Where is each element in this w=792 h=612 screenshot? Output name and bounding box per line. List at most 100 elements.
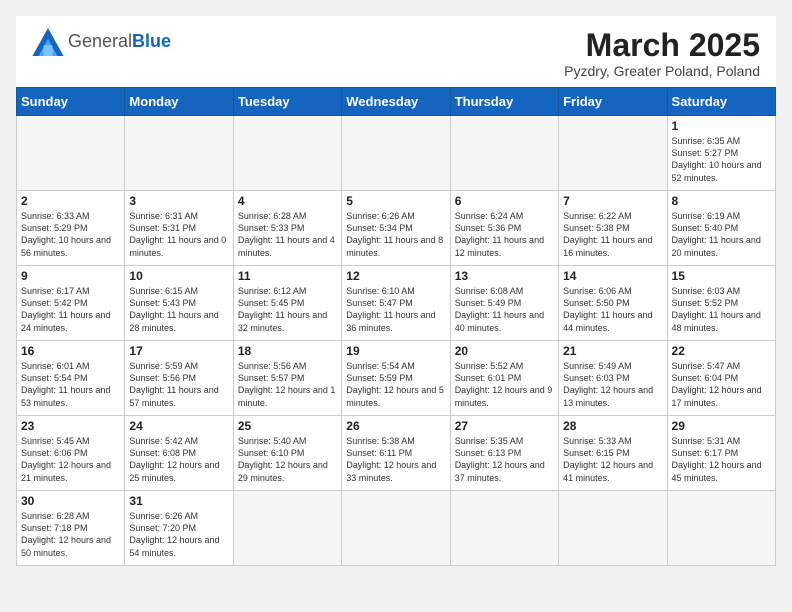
calendar-cell: 13Sunrise: 6:08 AM Sunset: 5:49 PM Dayli… — [450, 266, 558, 341]
calendar-cell — [559, 491, 667, 566]
day-info: Sunrise: 5:40 AM Sunset: 6:10 PM Dayligh… — [238, 435, 337, 484]
calendar-cell: 26Sunrise: 5:38 AM Sunset: 6:11 PM Dayli… — [342, 416, 450, 491]
day-number: 29 — [672, 419, 771, 433]
calendar-cell: 20 Sunrise: 5:52 AM Sunset: 6:01 PM Dayli… — [450, 341, 558, 416]
calendar-cell: 4 Sunrise: 6:28 AM Sunset: 5:33 PM Daylig… — [233, 191, 341, 266]
day-number: 23 — [21, 419, 120, 433]
day-info: Sunrise: 6:26 AM Sunset: 5:34 PM Dayligh… — [346, 210, 445, 259]
day-number: 21 — [563, 344, 662, 358]
day-number: 7 — [563, 194, 662, 208]
day-info: Sunrise: 6:28 AM Sunset: 7:18 PM Dayligh… — [21, 510, 120, 559]
week-row-5: 30 Sunrise: 6:28 AM Sunset: 7:18 PM Dayli… — [17, 491, 776, 566]
day-info: Sunrise: 6:03 AM Sunset: 5:52 PM Dayligh… — [672, 285, 771, 334]
calendar-cell — [17, 116, 125, 191]
calendar-container: GeneralBlue March 2025 Pyzdry, Greater P… — [16, 16, 776, 566]
day-info: Sunrise: 6:06 AM Sunset: 5:50 PM Dayligh… — [563, 285, 662, 334]
day-number: 6 — [455, 194, 554, 208]
calendar-cell — [233, 116, 341, 191]
day-info: Sunrise: 6:17 AM Sunset: 5:42 PM Dayligh… — [21, 285, 120, 334]
day-info: Sunrise: 5:49 AM Sunset: 6:03 PM Dayligh… — [563, 360, 662, 409]
day-header-tuesday: Tuesday — [233, 88, 341, 116]
calendar-table: SundayMondayTuesdayWednesdayThursdayFrid… — [16, 87, 776, 566]
calendar-cell: 10 Sunrise: 6:15 AM Sunset: 5:43 PM Dayli… — [125, 266, 233, 341]
day-info: Sunrise: 6:35 AM Sunset: 5:27 PM Dayligh… — [672, 135, 771, 184]
day-number: 2 — [21, 194, 120, 208]
calendar-cell: 22 Sunrise: 5:47 AM Sunset: 6:04 PM Dayli… — [667, 341, 775, 416]
day-info: Sunrise: 5:31 AM Sunset: 6:17 PM Dayligh… — [672, 435, 771, 484]
calendar-cell: 30 Sunrise: 6:28 AM Sunset: 7:18 PM Dayli… — [17, 491, 125, 566]
calendar-cell: 14 Sunrise: 6:06 AM Sunset: 5:50 PM Dayli… — [559, 266, 667, 341]
day-number: 26 — [346, 419, 445, 433]
day-number: 3 — [129, 194, 228, 208]
day-number: 17 — [129, 344, 228, 358]
day-number: 4 — [238, 194, 337, 208]
day-header-sunday: Sunday — [17, 88, 125, 116]
logo: GeneralBlue — [32, 28, 171, 56]
day-header-wednesday: Wednesday — [342, 88, 450, 116]
day-number: 19 — [346, 344, 445, 358]
calendar-cell — [342, 491, 450, 566]
day-info: Sunrise: 5:47 AM Sunset: 6:04 PM Dayligh… — [672, 360, 771, 409]
calendar-cell: 6Sunrise: 6:24 AM Sunset: 5:36 PM Daylig… — [450, 191, 558, 266]
calendar-cell: 21 Sunrise: 5:49 AM Sunset: 6:03 PM Dayli… — [559, 341, 667, 416]
day-number: 30 — [21, 494, 120, 508]
calendar-cell: 15 Sunrise: 6:03 AM Sunset: 5:52 PM Dayli… — [667, 266, 775, 341]
calendar-cell: 29 Sunrise: 5:31 AM Sunset: 6:17 PM Dayli… — [667, 416, 775, 491]
day-number: 11 — [238, 269, 337, 283]
day-info: Sunrise: 5:54 AM Sunset: 5:59 PM Dayligh… — [346, 360, 445, 409]
calendar-cell: 12Sunrise: 6:10 AM Sunset: 5:47 PM Dayli… — [342, 266, 450, 341]
calendar-cell — [450, 491, 558, 566]
calendar-cell: 11Sunrise: 6:12 AM Sunset: 5:45 PM Dayli… — [233, 266, 341, 341]
day-info: Sunrise: 6:08 AM Sunset: 5:49 PM Dayligh… — [455, 285, 554, 334]
day-info: Sunrise: 6:22 AM Sunset: 5:38 PM Dayligh… — [563, 210, 662, 259]
day-info: Sunrise: 5:59 AM Sunset: 5:56 PM Dayligh… — [129, 360, 228, 409]
day-number: 8 — [672, 194, 771, 208]
calendar-cell: 27Sunrise: 5:35 AM Sunset: 6:13 PM Dayli… — [450, 416, 558, 491]
calendar-cell: 24 Sunrise: 5:42 AM Sunset: 6:08 PM Dayli… — [125, 416, 233, 491]
day-header-saturday: Saturday — [667, 88, 775, 116]
week-row-0: 1Sunrise: 6:35 AM Sunset: 5:27 PM Daylig… — [17, 116, 776, 191]
calendar-cell: 8 Sunrise: 6:19 AM Sunset: 5:40 PM Daylig… — [667, 191, 775, 266]
day-info: Sunrise: 6:01 AM Sunset: 5:54 PM Dayligh… — [21, 360, 120, 409]
calendar-header-row: SundayMondayTuesdayWednesdayThursdayFrid… — [17, 88, 776, 116]
calendar-cell — [233, 491, 341, 566]
calendar-cell: 2 Sunrise: 6:33 AM Sunset: 5:29 PM Daylig… — [17, 191, 125, 266]
day-info: Sunrise: 5:33 AM Sunset: 6:15 PM Dayligh… — [563, 435, 662, 484]
title-section: March 2025 Pyzdry, Greater Poland, Polan… — [564, 28, 760, 79]
day-number: 25 — [238, 419, 337, 433]
general-blue-logo-icon — [32, 28, 64, 56]
calendar-cell: 19 Sunrise: 5:54 AM Sunset: 5:59 PM Dayli… — [342, 341, 450, 416]
month-title: March 2025 — [564, 28, 760, 63]
day-number: 10 — [129, 269, 228, 283]
day-info: Sunrise: 5:42 AM Sunset: 6:08 PM Dayligh… — [129, 435, 228, 484]
day-header-friday: Friday — [559, 88, 667, 116]
day-number: 24 — [129, 419, 228, 433]
week-row-3: 16Sunrise: 6:01 AM Sunset: 5:54 PM Dayli… — [17, 341, 776, 416]
day-number: 18 — [238, 344, 337, 358]
day-number: 22 — [672, 344, 771, 358]
day-info: Sunrise: 6:28 AM Sunset: 5:33 PM Dayligh… — [238, 210, 337, 259]
week-row-1: 2 Sunrise: 6:33 AM Sunset: 5:29 PM Daylig… — [17, 191, 776, 266]
calendar-cell: 17 Sunrise: 5:59 AM Sunset: 5:56 PM Dayli… — [125, 341, 233, 416]
day-info: Sunrise: 5:52 AM Sunset: 6:01 PM Dayligh… — [455, 360, 554, 409]
calendar-cell — [342, 116, 450, 191]
day-info: Sunrise: 6:15 AM Sunset: 5:43 PM Dayligh… — [129, 285, 228, 334]
day-info: Sunrise: 6:31 AM Sunset: 5:31 PM Dayligh… — [129, 210, 228, 259]
day-info: Sunrise: 6:33 AM Sunset: 5:29 PM Dayligh… — [21, 210, 120, 259]
day-number: 5 — [346, 194, 445, 208]
calendar-cell: 3 Sunrise: 6:31 AM Sunset: 5:31 PM Daylig… — [125, 191, 233, 266]
calendar-cell: 9Sunrise: 6:17 AM Sunset: 5:42 PM Daylig… — [17, 266, 125, 341]
calendar-cell: 16Sunrise: 6:01 AM Sunset: 5:54 PM Dayli… — [17, 341, 125, 416]
day-number: 14 — [563, 269, 662, 283]
day-number: 27 — [455, 419, 554, 433]
day-number: 15 — [672, 269, 771, 283]
calendar-cell: 1Sunrise: 6:35 AM Sunset: 5:27 PM Daylig… — [667, 116, 775, 191]
week-row-2: 9Sunrise: 6:17 AM Sunset: 5:42 PM Daylig… — [17, 266, 776, 341]
day-number: 20 — [455, 344, 554, 358]
day-number: 31 — [129, 494, 228, 508]
day-info: Sunrise: 5:45 AM Sunset: 6:06 PM Dayligh… — [21, 435, 120, 484]
day-info: Sunrise: 6:10 AM Sunset: 5:47 PM Dayligh… — [346, 285, 445, 334]
day-number: 28 — [563, 419, 662, 433]
day-info: Sunrise: 6:19 AM Sunset: 5:40 PM Dayligh… — [672, 210, 771, 259]
calendar-header: GeneralBlue March 2025 Pyzdry, Greater P… — [16, 16, 776, 87]
